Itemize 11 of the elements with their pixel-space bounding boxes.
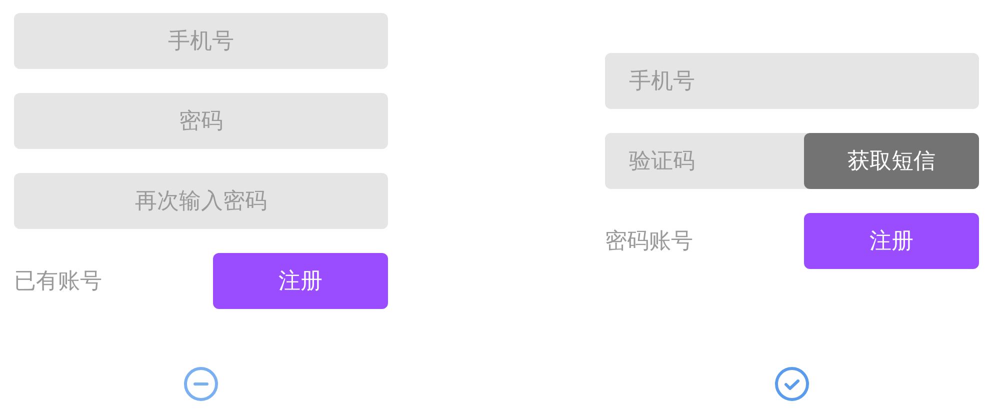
input-field[interactable]: 密码 <box>14 93 388 149</box>
account-link[interactable]: 已有账号 <box>14 266 102 296</box>
minus-circle-icon[interactable] <box>184 367 218 401</box>
register-button[interactable]: 注册 <box>213 253 388 309</box>
input-field[interactable]: 手机号 <box>605 53 979 109</box>
account-link[interactable]: 密码账号 <box>605 226 693 256</box>
register-button[interactable]: 注册 <box>804 213 979 269</box>
check-circle-icon[interactable] <box>775 367 809 401</box>
code-field[interactable]: 验证码 <box>605 133 808 189</box>
input-field[interactable]: 手机号 <box>14 13 388 69</box>
input-field[interactable]: 再次输入密码 <box>14 173 388 229</box>
